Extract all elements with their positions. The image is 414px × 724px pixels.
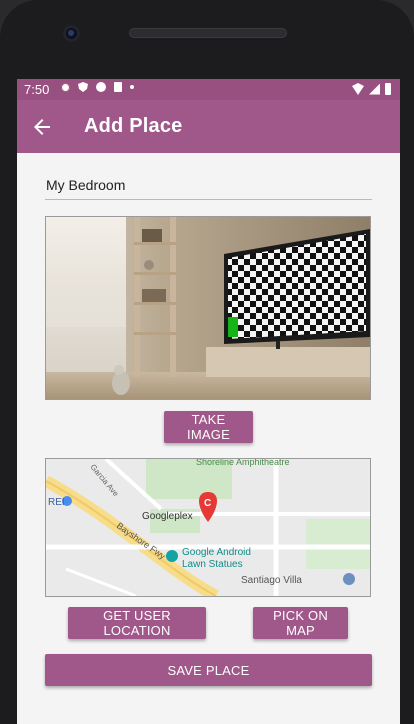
camera-lens	[63, 25, 80, 42]
save-place-button[interactable]: SAVE PLACE	[45, 654, 372, 686]
gear-icon	[61, 82, 70, 92]
wifi-icon	[352, 83, 364, 95]
battery-icon	[385, 83, 391, 95]
map-label-shoreline: Shoreline Amphitheatre	[196, 459, 290, 467]
arrow-back-icon[interactable]	[30, 115, 54, 139]
page-title: Add Place	[84, 115, 183, 137]
status-icons-left	[61, 82, 134, 92]
image-preview	[45, 216, 371, 400]
signal-icon	[369, 83, 380, 95]
title-input[interactable]	[45, 171, 372, 200]
map-marker-label: C	[204, 498, 211, 509]
phone-frame: 7:50 Add Place My Bedroom TAKE IMAGE Sho…	[0, 0, 414, 724]
status-icons-right	[352, 83, 391, 95]
dot-icon	[130, 85, 134, 89]
pick-on-map-button[interactable]: PICK ON MAP	[253, 607, 348, 639]
screen: 7:50 Add Place My Bedroom TAKE IMAGE Sho…	[17, 79, 400, 724]
status-bar: 7:50	[17, 79, 400, 100]
a-icon	[96, 82, 106, 92]
map-image: Shoreline Amphitheatre REI Googleplex Go…	[46, 459, 370, 596]
status-time: 7:50	[24, 82, 50, 97]
shield-icon	[78, 82, 88, 92]
speaker-grill	[129, 28, 287, 38]
map-label-google-android: Google Android	[182, 547, 251, 558]
map-label-lawn-statues: Lawn Statues	[182, 559, 243, 570]
app-bar: Add Place	[17, 100, 400, 153]
bedroom-photo	[46, 217, 370, 399]
get-user-location-button[interactable]: GET USER LOCATION	[68, 607, 206, 639]
card-icon	[114, 82, 122, 92]
take-image-button[interactable]: TAKE IMAGE	[164, 411, 253, 443]
map-label-googleplex: Googleplex	[142, 511, 193, 522]
map-label-santiago: Santiago Villa	[241, 575, 302, 586]
map-label-rei: REI	[48, 497, 65, 508]
map-preview[interactable]: Shoreline Amphitheatre REI Googleplex Go…	[45, 458, 371, 597]
